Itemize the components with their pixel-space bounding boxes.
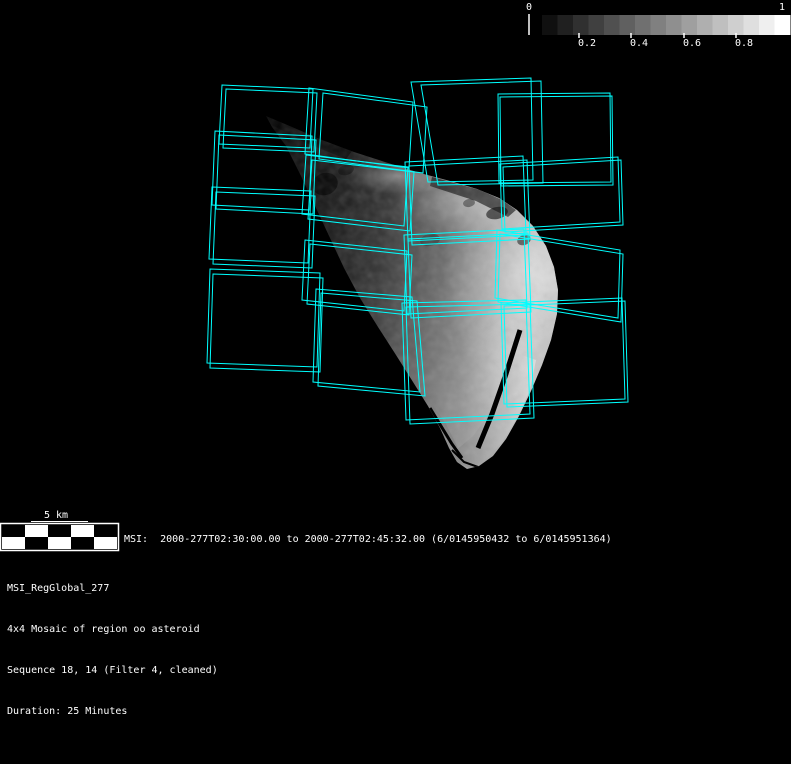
scalebar-cell [2, 525, 25, 537]
colorbar-tick-label: 0.2 [578, 38, 596, 49]
colorbar-step [759, 15, 775, 35]
scalebar-cell [48, 537, 71, 549]
mosaic-footprint [209, 187, 311, 263]
colorbar-step [604, 15, 620, 35]
observation-info-block: MSI_RegGlobal_277 4x4 Mosaic of region o… [7, 556, 218, 733]
colorbar-tick-label: 0.6 [683, 38, 701, 49]
info-line-description: 4x4 Mosaic of region oo asteroid [7, 623, 218, 638]
msi-planner-window: { "window": {"background": "#000000", "w… [0, 0, 791, 764]
info-line-sequence-name: MSI_RegGlobal_277 [7, 582, 218, 597]
scalebar [1, 522, 119, 551]
scalebar-cell [48, 525, 71, 537]
mosaic-footprint [498, 93, 611, 183]
scalebar-cell [94, 525, 117, 537]
scalebar-cell [71, 537, 94, 549]
scalebar-cell [94, 537, 117, 549]
colorbar-step [728, 15, 744, 35]
colorbar-step [666, 15, 682, 35]
colorbar-step [713, 15, 729, 35]
colorbar-step [635, 15, 651, 35]
status-line: MSI: 2000-277T02:30:00.00 to 2000-277T02… [124, 533, 612, 546]
mosaic-footprint-end [213, 192, 315, 268]
scalebar-label: 5 km [44, 509, 68, 522]
colorbar-step [775, 15, 791, 35]
colorbar: 0.2 0.4 0.6 0.8 [529, 14, 791, 49]
scalebar-cell [71, 525, 94, 537]
scalebar-cell [25, 537, 48, 549]
mosaic-footprint-end [210, 274, 323, 372]
colorbar-min-label: 0 [523, 1, 535, 14]
colorbar-max-label: 1 [776, 1, 788, 14]
colorbar-step [697, 15, 713, 35]
colorbar-step [744, 15, 760, 35]
colorbar-step [620, 15, 636, 35]
colorbar-step [573, 15, 589, 35]
colorbar-step [558, 15, 574, 35]
mosaic-footprint-end [500, 96, 613, 186]
colorbar-step [589, 15, 605, 35]
colorbar-tick-label: 0.8 [735, 38, 753, 49]
colorbar-step [542, 15, 558, 35]
colorbar-tick-label: 0.4 [630, 38, 648, 49]
info-line-duration: Duration: 25 Minutes [7, 705, 218, 720]
colorbar-step [682, 15, 698, 35]
scalebar-cell [2, 537, 25, 549]
scalebar-cell [25, 525, 48, 537]
colorbar-step [651, 15, 667, 35]
info-line-sequence-filter: Sequence 18, 14 (Filter 4, cleaned) [7, 664, 218, 679]
